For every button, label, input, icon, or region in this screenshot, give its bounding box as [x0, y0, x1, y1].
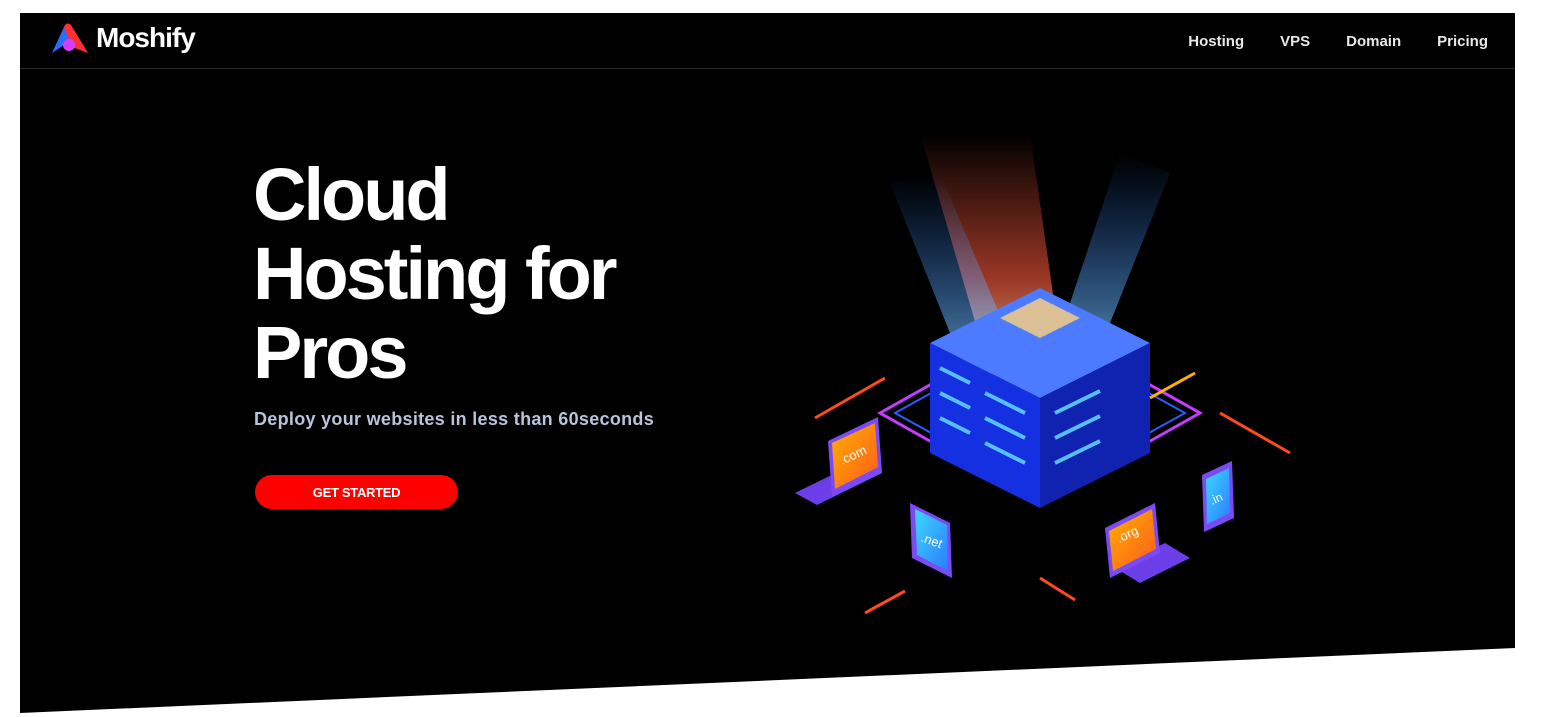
- nav-item-hosting[interactable]: Hosting: [1188, 33, 1244, 50]
- hero-section: Moshify Hosting VPS Domain Pricing Cloud…: [20, 13, 1515, 713]
- main-menu: Hosting VPS Domain Pricing: [1188, 33, 1488, 50]
- device-in: .in: [1202, 461, 1234, 532]
- brand-logo[interactable]: Moshify: [50, 21, 196, 55]
- moshify-logo-icon: [52, 23, 88, 53]
- device-net: .net: [910, 503, 952, 578]
- hero-title-line-2: Hosting for: [253, 232, 618, 315]
- hero-title-line-3: Pros: [253, 311, 409, 394]
- nav-item-domain[interactable]: Domain: [1346, 33, 1401, 50]
- hero-title: Cloud Hosting for Pros: [253, 155, 713, 392]
- server-cloud-illustration: .com .net .org .in: [795, 133, 1291, 615]
- brand-name: Moshify: [96, 22, 196, 53]
- get-started-button[interactable]: GET STARTED: [255, 475, 458, 509]
- hero-title-line-1: Cloud: [253, 153, 451, 236]
- nav-item-vps[interactable]: VPS: [1280, 33, 1310, 50]
- device-com: .com: [795, 417, 882, 505]
- hero-subtitle: Deploy your websites in less than 60seco…: [254, 409, 655, 429]
- device-org: .org: [1105, 503, 1190, 583]
- top-navbar: Moshify Hosting VPS Domain Pricing: [20, 13, 1515, 69]
- nav-item-pricing[interactable]: Pricing: [1437, 33, 1488, 50]
